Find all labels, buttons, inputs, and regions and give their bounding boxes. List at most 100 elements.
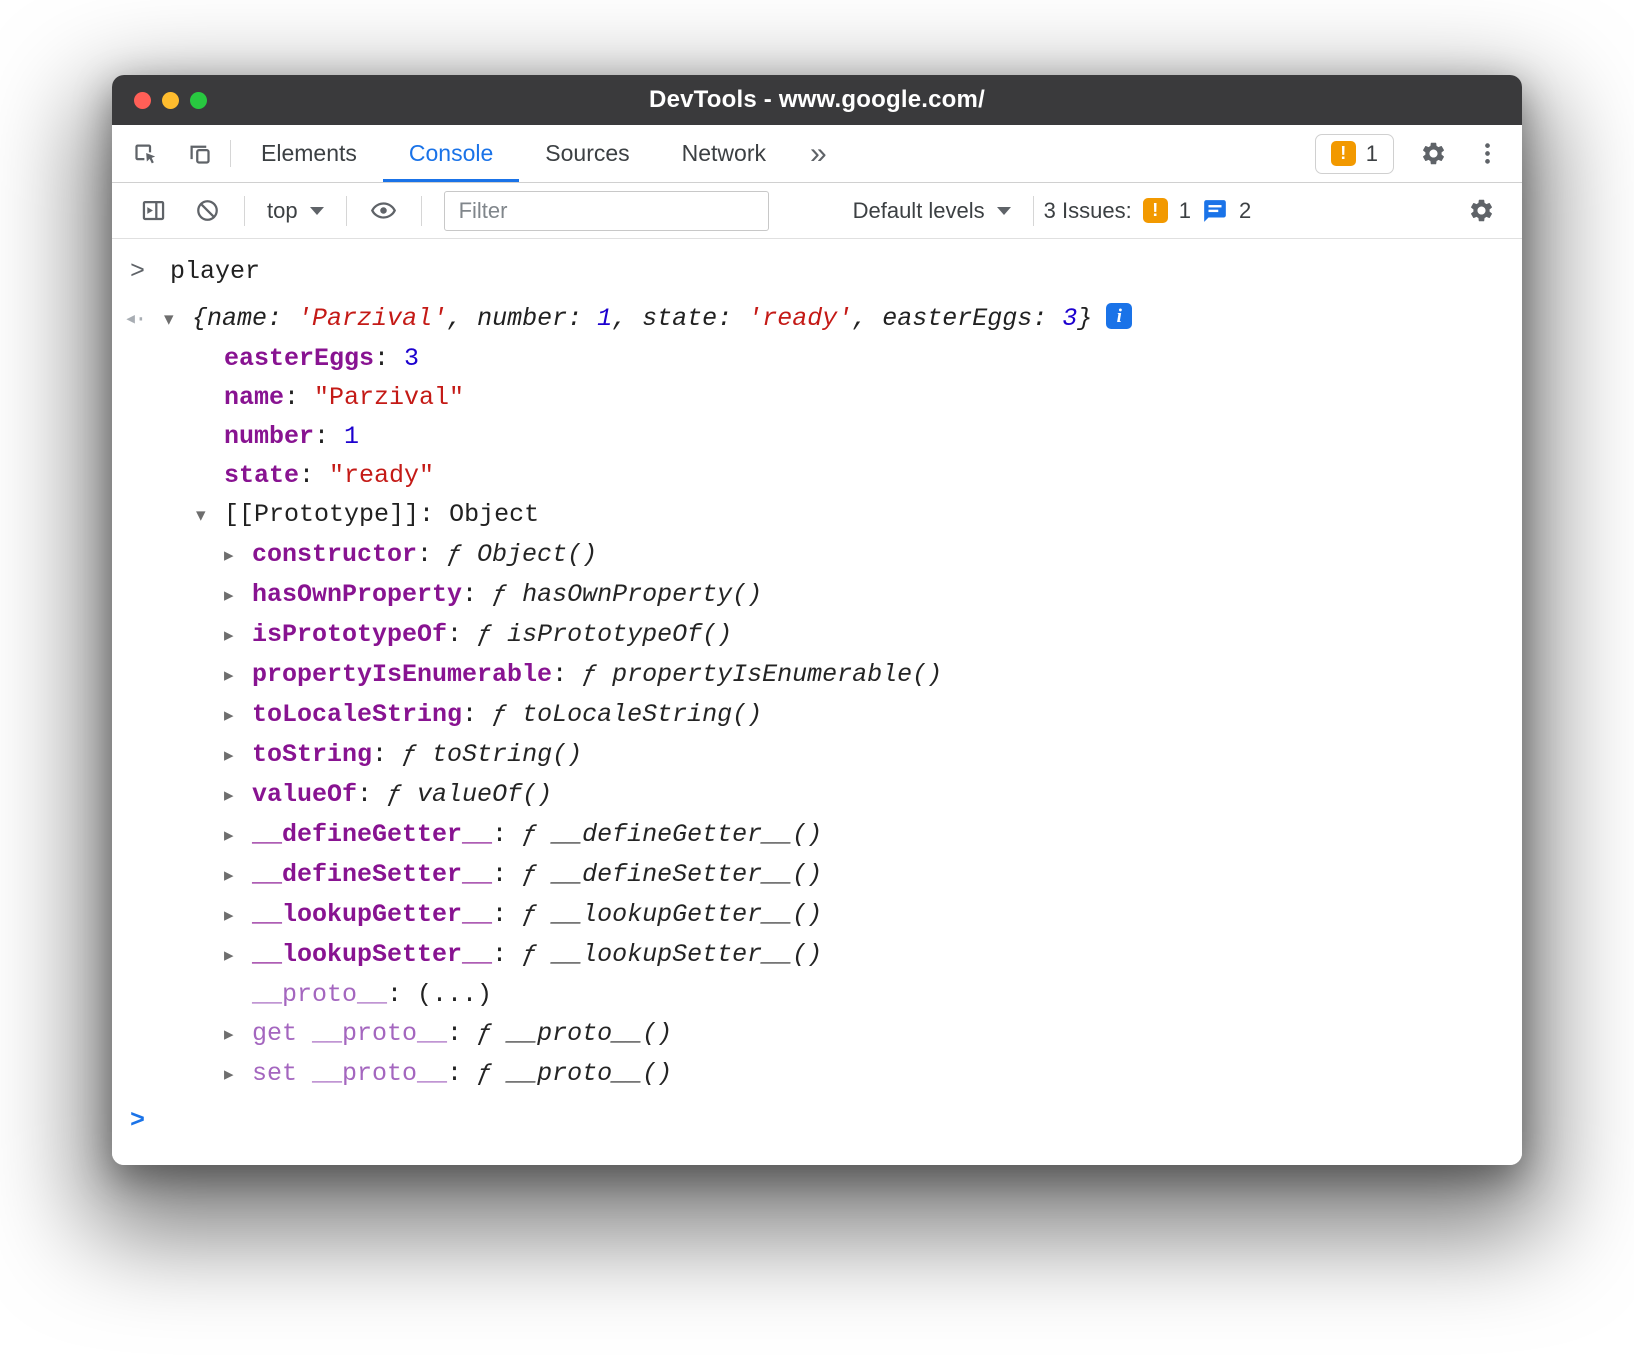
clear-console-button[interactable] bbox=[180, 197, 234, 224]
chevron-down-icon bbox=[997, 207, 1011, 215]
token-plain: : bbox=[462, 700, 492, 729]
disclosure-triangle-icon[interactable]: ▸ bbox=[224, 736, 252, 775]
token-plain-i: : bbox=[567, 304, 597, 333]
token-plain: player bbox=[170, 257, 260, 286]
menu-button[interactable] bbox=[1460, 125, 1514, 182]
disclosure-triangle-icon[interactable]: ▸ bbox=[224, 1055, 252, 1094]
console-row: ▸get __proto__: ƒ __proto__() bbox=[112, 1014, 1522, 1054]
disclosure-triangle-icon[interactable]: ▸ bbox=[224, 616, 252, 655]
token-plain: : bbox=[447, 620, 477, 649]
disclosure-triangle-icon[interactable]: ▸ bbox=[224, 536, 252, 575]
token-plain: : bbox=[372, 740, 402, 769]
window-titlebar[interactable]: DevTools - www.google.com/ bbox=[112, 75, 1522, 125]
token-plain: : bbox=[492, 820, 522, 849]
disclosure-triangle-icon[interactable]: ▸ bbox=[224, 776, 252, 815]
console-row: ▸constructor: ƒ Object() bbox=[112, 535, 1522, 575]
token-plain: : bbox=[492, 940, 522, 969]
console-row: ▸__defineSetter__: ƒ __defineSetter__() bbox=[112, 855, 1522, 895]
token-name: toString bbox=[252, 740, 372, 769]
console-row: number: 1 bbox=[112, 417, 1522, 456]
issues-counter[interactable]: 3 Issues: ! 1 2 bbox=[1044, 198, 1252, 224]
disclosure-triangle-icon[interactable]: ▸ bbox=[224, 656, 252, 695]
token-plain: : bbox=[552, 660, 582, 689]
devtools-window: DevTools - www.google.com/ Elements Cons… bbox=[112, 75, 1522, 1165]
error-count-badge[interactable]: ! 1 bbox=[1315, 134, 1394, 174]
disclosure-triangle-icon[interactable]: ▸ bbox=[224, 696, 252, 735]
token-plain: [[Prototype]] bbox=[224, 500, 419, 529]
tab-console[interactable]: Console bbox=[383, 125, 519, 182]
separator bbox=[1033, 196, 1034, 226]
token-name: state bbox=[224, 461, 299, 490]
token-name-light: set __proto__ bbox=[252, 1059, 447, 1088]
info-icon[interactable]: i bbox=[1106, 303, 1132, 329]
token-plain: : bbox=[284, 383, 314, 412]
context-selector[interactable]: top bbox=[255, 198, 336, 224]
disclosure-triangle-icon[interactable]: ▸ bbox=[224, 816, 252, 855]
log-level-label: Default levels bbox=[853, 198, 985, 224]
separator bbox=[230, 140, 231, 167]
disclosure-triangle-icon[interactable]: ▸ bbox=[224, 1015, 252, 1054]
tab-network[interactable]: Network bbox=[656, 125, 792, 182]
token-name: isPrototypeOf bbox=[252, 620, 447, 649]
disclosure-triangle-icon[interactable]: ▾ bbox=[196, 496, 224, 535]
window-title: DevTools - www.google.com/ bbox=[112, 86, 1522, 114]
disclosure-triangle-icon[interactable]: ▸ bbox=[224, 936, 252, 975]
token-name: valueOf bbox=[252, 780, 357, 809]
issue-error-icon: ! bbox=[1143, 198, 1168, 223]
console-row: easterEggs: 3 bbox=[112, 339, 1522, 378]
inspect-cursor-icon bbox=[132, 140, 159, 167]
token-fn: ƒ __proto__() bbox=[477, 1059, 672, 1088]
token-plain-i: , bbox=[612, 304, 642, 333]
result-chevron-icon: ◂· bbox=[124, 300, 164, 339]
disclosure-triangle-icon[interactable]: ▸ bbox=[224, 896, 252, 935]
token-plain: (...) bbox=[417, 980, 492, 1009]
context-selector-label: top bbox=[267, 198, 298, 224]
token-fn: ƒ __lookupSetter__() bbox=[522, 940, 822, 969]
token-string-i: 'ready' bbox=[747, 304, 852, 333]
token-plain: : bbox=[462, 580, 492, 609]
token-name: __lookupGetter__ bbox=[252, 900, 492, 929]
console-row: ▸toLocaleString: ƒ toLocaleString() bbox=[112, 695, 1522, 735]
token-fn: ƒ hasOwnProperty() bbox=[492, 580, 762, 609]
token-fn: ƒ Object() bbox=[447, 540, 597, 569]
clear-console-icon bbox=[194, 197, 221, 224]
live-expression-button[interactable] bbox=[357, 197, 411, 224]
token-string-i: 'Parzival' bbox=[297, 304, 447, 333]
token-name: __defineSetter__ bbox=[252, 860, 492, 889]
console-toolbar: top Default levels 3 Issues: ! 1 bbox=[112, 183, 1522, 239]
token-name: constructor bbox=[252, 540, 417, 569]
console-row: ▸__defineGetter__: ƒ __defineGetter__() bbox=[112, 815, 1522, 855]
separator bbox=[244, 196, 245, 226]
token-fn: ƒ __proto__() bbox=[477, 1019, 672, 1048]
gear-icon bbox=[1420, 140, 1447, 167]
console-sidebar-icon bbox=[140, 197, 167, 224]
log-level-selector[interactable]: Default levels bbox=[841, 198, 1023, 224]
token-plain: : bbox=[374, 344, 404, 373]
inspect-element-button[interactable] bbox=[118, 125, 172, 182]
console-row: __proto__: (...) bbox=[112, 975, 1522, 1014]
issues-label: 3 Issues: bbox=[1044, 198, 1132, 224]
disclosure-triangle-icon[interactable]: ▾ bbox=[164, 300, 192, 339]
token-name-light: get __proto__ bbox=[252, 1019, 447, 1048]
token-key-i: easterEggs bbox=[882, 304, 1032, 333]
token-fn: ƒ toLocaleString() bbox=[492, 700, 762, 729]
console-settings-button[interactable] bbox=[1454, 197, 1508, 224]
console-log[interactable]: >player◂·▾{name: 'Parzival', number: 1, … bbox=[112, 239, 1522, 1165]
disclosure-triangle-icon[interactable]: ▸ bbox=[224, 856, 252, 895]
token-name: toLocaleString bbox=[252, 700, 462, 729]
issue-error-count: 1 bbox=[1179, 198, 1191, 224]
device-toolbar-button[interactable] bbox=[172, 125, 226, 182]
token-name: easterEggs bbox=[224, 344, 374, 373]
token-name: hasOwnProperty bbox=[252, 580, 462, 609]
token-plain: : bbox=[417, 540, 447, 569]
token-plain: : bbox=[447, 1059, 477, 1088]
console-sidebar-button[interactable] bbox=[126, 197, 180, 224]
more-tabs-button[interactable]: » bbox=[792, 125, 845, 182]
console-result: ◂·▾{name: 'Parzival', number: 1, state: … bbox=[112, 295, 1522, 339]
tab-elements[interactable]: Elements bbox=[235, 125, 383, 182]
settings-button[interactable] bbox=[1406, 125, 1460, 182]
token-plain: : bbox=[387, 980, 417, 1009]
filter-input[interactable] bbox=[444, 191, 769, 231]
disclosure-triangle-icon[interactable]: ▸ bbox=[224, 576, 252, 615]
tab-sources[interactable]: Sources bbox=[519, 125, 655, 182]
